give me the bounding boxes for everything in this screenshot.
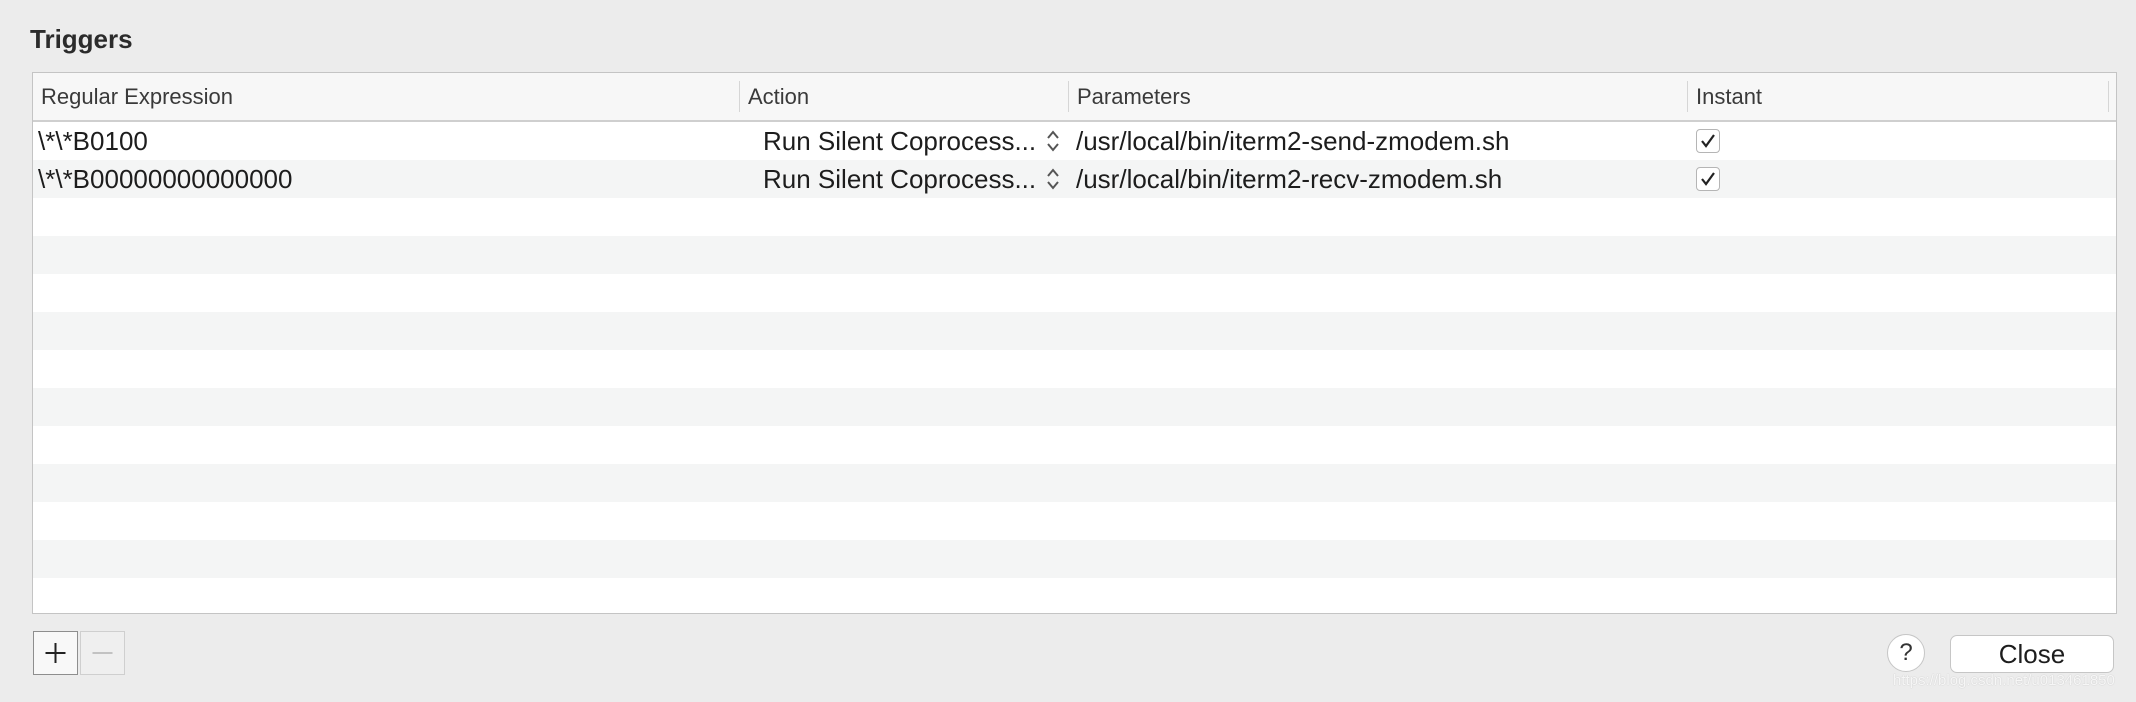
empty-row (33, 578, 2116, 613)
empty-row (33, 236, 2116, 274)
checkmark-icon (1701, 134, 1715, 148)
triggers-window: Triggers Regular Expression Action Param… (0, 0, 2136, 702)
column-header-parameters[interactable]: Parameters (1069, 73, 1687, 120)
instant-checkbox[interactable] (1696, 129, 1720, 153)
table-row[interactable]: \*\*B0100 Run Silent Coprocess... /usr/l… (33, 122, 2116, 160)
empty-row (33, 274, 2116, 312)
plus-icon (45, 643, 66, 663)
empty-row (33, 198, 2116, 236)
chevron-up-down-icon[interactable] (1045, 165, 1061, 193)
remove-trigger-button[interactable] (80, 631, 125, 675)
regex-cell[interactable]: \*\*B0100 (38, 122, 728, 160)
parameters-cell[interactable]: /usr/local/bin/iterm2-recv-zmodem.sh (1076, 160, 1676, 198)
help-button[interactable]: ? (1887, 634, 1925, 672)
action-popup[interactable]: Run Silent Coprocess... (763, 122, 1048, 160)
empty-row (33, 426, 2116, 464)
instant-checkbox[interactable] (1696, 167, 1720, 191)
checkmark-icon (1701, 172, 1715, 186)
triggers-table: Regular Expression Action Parameters Ins… (32, 72, 2117, 614)
empty-row (33, 388, 2116, 426)
column-divider[interactable] (2108, 81, 2109, 112)
empty-row (33, 464, 2116, 502)
table-row[interactable]: \*\*B00000000000000 Run Silent Coprocess… (33, 160, 2116, 198)
empty-row (33, 540, 2116, 578)
empty-row (33, 350, 2116, 388)
add-trigger-button[interactable] (33, 631, 78, 675)
table-header: Regular Expression Action Parameters Ins… (33, 73, 2116, 122)
parameters-cell[interactable]: /usr/local/bin/iterm2-send-zmodem.sh (1076, 122, 1676, 160)
empty-row (33, 502, 2116, 540)
regex-cell[interactable]: \*\*B00000000000000 (38, 160, 728, 198)
close-button[interactable]: Close (1950, 635, 2114, 673)
empty-row (33, 312, 2116, 350)
column-header-instant[interactable]: Instant (1688, 73, 2108, 120)
minus-icon (92, 652, 113, 654)
watermark-text: https://blog.csdn.net/u013461850 (1893, 672, 2115, 689)
column-header-action[interactable]: Action (740, 73, 1068, 120)
chevron-up-down-icon[interactable] (1045, 127, 1061, 155)
column-header-regular-expression[interactable]: Regular Expression (33, 73, 739, 120)
action-popup[interactable]: Run Silent Coprocess... (763, 160, 1048, 198)
panel-title: Triggers (30, 24, 133, 54)
